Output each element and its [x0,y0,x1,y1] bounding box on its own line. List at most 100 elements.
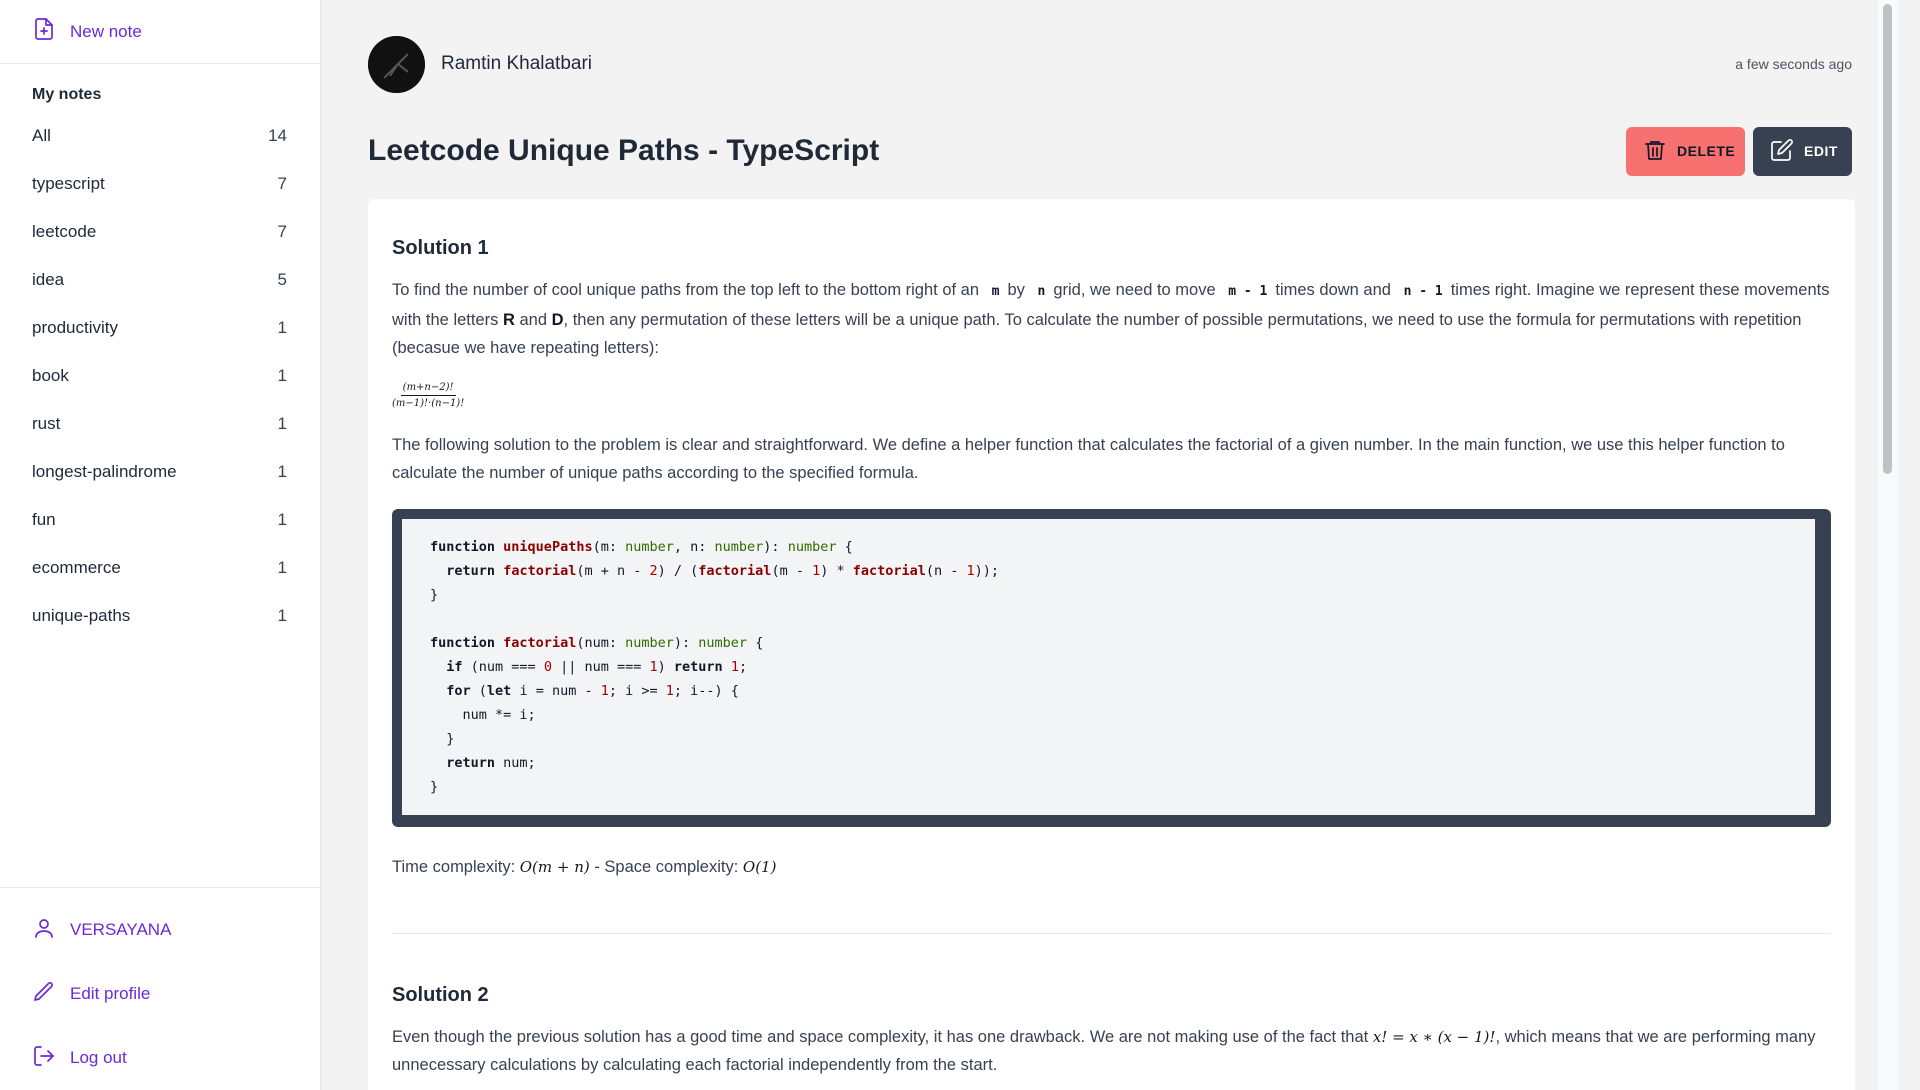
tag-label: productivity [32,318,118,337]
author-name: Ramtin Khalatbari [441,53,593,74]
user-profile-link[interactable]: VERSAYANA [0,898,320,962]
code-token: number [625,635,674,651]
logout-label: Log out [70,1048,127,1067]
edit-profile-button[interactable]: Edit profile [0,962,320,1026]
tag-label: All [32,126,51,145]
formula-numerator: (m+n−2)! [400,382,456,396]
section-divider [392,933,1831,934]
code-token: function [430,635,496,651]
tag-count: 5 [277,270,287,289]
title-row: Leetcode Unique Paths - TypeScript DELET… [368,126,1852,176]
tag-label: idea [32,270,65,289]
formula-denominator: (m−1)!·(n−1)! [392,398,465,409]
bold-text: D [551,311,564,329]
avatar[interactable] [368,35,425,93]
pencil-icon [32,980,70,1009]
text: To find the number of cool unique paths … [392,281,980,299]
code-token: 1 [665,683,674,699]
code-token: 0 [543,659,552,675]
code-token: ) [657,659,674,675]
edit-button[interactable]: EDIT [1753,126,1852,176]
code-token: )); [974,563,1000,579]
code-token: { [747,635,764,651]
tag-item-ecommerce[interactable]: ecommerce 1 [0,544,320,592]
author-row: Ramtin Khalatbari a few seconds ago [368,35,1852,93]
scrollbar-thumb[interactable] [1883,4,1892,474]
code-block: function uniquePaths(m: number, n: numbe… [392,509,1831,827]
code-token: (m + n - [576,563,650,579]
sidebar: New note My notes All 14 typescript 7 leet… [0,0,321,1090]
code-token: number [714,539,764,555]
tag-item-all[interactable]: All 14 [0,112,320,160]
code-token: for [446,683,471,699]
tag-label: rust [32,414,61,433]
edit-profile-label: Edit profile [70,984,151,1003]
trash-icon [1643,138,1677,165]
note-title: Leetcode Unique Paths - TypeScript [368,134,880,167]
file-plus-icon [32,17,70,46]
text: grid, we need to move [1053,281,1216,299]
code-token: number [698,635,748,651]
bold-text: R [502,311,515,329]
tag-item-unique-paths[interactable]: unique-paths 1 [0,592,320,640]
tag-count: 7 [277,222,287,241]
tag-item-rust[interactable]: rust 1 [0,400,320,448]
code-token: factorial [503,563,577,579]
code-token: 2 [649,563,658,579]
code-line: for (let i = num - 1; i >= 1; i--) { [430,679,1787,703]
tag-label: longest-palindrome [32,462,177,481]
tag-item-fun[interactable]: fun 1 [0,496,320,544]
inline-code: m - 1 [1228,284,1268,299]
code-token: 1 [966,563,975,579]
tag-label: typescript [32,174,105,193]
tag-count: 1 [277,318,287,337]
tag-item-idea[interactable]: idea 5 [0,256,320,304]
tag-item-productivity[interactable]: productivity 1 [0,304,320,352]
text: Time complexity: [392,858,520,876]
delete-label: DELETE [1677,143,1736,159]
code-token: ) / ( [657,563,699,579]
code-token: (m - [771,563,813,579]
math-expression: x! = x ∗ (x − 1)! [1372,1028,1496,1046]
solution-2-heading: Solution 2 [392,984,489,1006]
tag-count: 1 [277,414,287,433]
inline-code: m [991,284,1000,299]
code-token: if [446,659,463,675]
text: by [1007,281,1025,299]
tag-item-typescript[interactable]: typescript 7 [0,160,320,208]
text: times down and [1275,281,1391,299]
tag-count: 1 [277,366,287,385]
delete-button[interactable]: DELETE [1626,126,1745,176]
tag-label: leetcode [32,222,97,241]
math-expression: O(1) [742,858,777,876]
code-line: function factorial(num: number): number … [430,631,1787,655]
scrollbar[interactable] [1876,0,1898,1090]
complexity-line: Time complexity: O(m + n) - Space comple… [392,853,1831,881]
code-token: return [673,659,723,675]
code-token: number [787,539,837,555]
my-notes-heading: My notes [32,86,102,103]
code-token: 1 [649,659,658,675]
tag-item-longest-palindrome[interactable]: longest-palindrome 1 [0,448,320,496]
solution-1-explanation: The following solution to the problem is… [392,436,1785,482]
user-icon [32,916,70,945]
code-line: } [430,779,439,795]
logout-button[interactable]: Log out [0,1026,320,1090]
code-token: , n: [673,539,715,555]
code-token: ; [738,659,748,675]
note-timestamp: a few seconds ago [1735,56,1852,72]
tag-item-book[interactable]: book 1 [0,352,320,400]
code-token: 1 [730,659,739,675]
code-line: if (num === 0 || num === 1) return 1; [430,655,1787,679]
new-note-button[interactable]: New note [0,0,320,64]
tag-label: book [32,366,69,385]
code-token: ( [470,683,487,699]
username-label: VERSAYANA [70,920,172,939]
tag-item-leetcode[interactable]: leetcode 7 [0,208,320,256]
code-token: return [446,755,496,771]
edit-icon [1770,138,1804,165]
code-token: factorial [503,635,577,651]
code-token: (m: [592,539,626,555]
